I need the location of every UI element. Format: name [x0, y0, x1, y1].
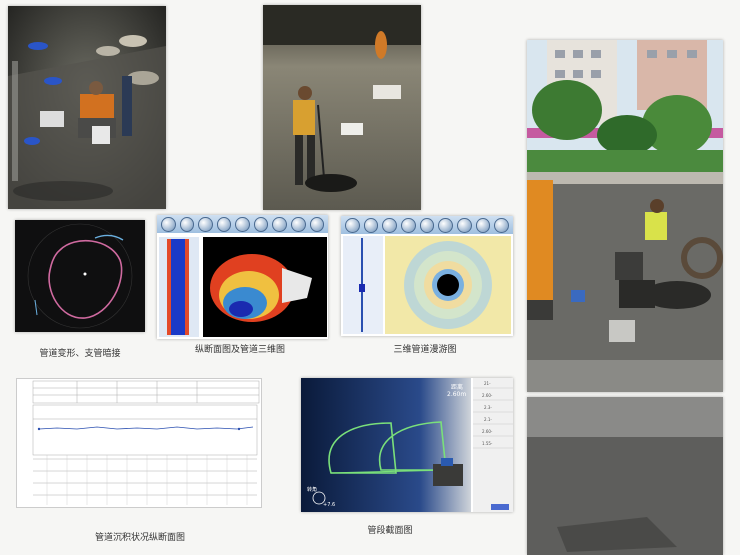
- table-value-4: 2.1-: [484, 417, 492, 422]
- sonar-scan-1: [15, 220, 145, 332]
- profile-and-3d-software-window: [157, 215, 328, 339]
- daytime-street-photo-manhole-inspection: [527, 40, 723, 392]
- toolbar-icon[interactable]: [438, 218, 454, 233]
- night-photo-worker-over-manhole: [263, 5, 421, 210]
- software-toolbar-1: [157, 215, 328, 233]
- software-toolbar-2: [341, 216, 513, 234]
- table-value-5: 2.60-: [482, 429, 493, 434]
- sonar-pipe-deformation-image: [15, 220, 145, 332]
- toolbar-icon[interactable]: [272, 217, 287, 232]
- toolbar-icon[interactable]: [345, 218, 360, 233]
- angle-value: +7.6: [323, 502, 336, 508]
- toolbar-icon[interactable]: [253, 217, 269, 232]
- night-photo-operator-at-manhole: [8, 6, 166, 209]
- night-scene-1: [8, 6, 166, 209]
- toolbar-icon[interactable]: [235, 217, 250, 232]
- table-value-2: 2.60-: [482, 393, 493, 398]
- caption-pipe-deformation: 管道变形、支管暗接: [39, 349, 121, 359]
- toolbar-icon[interactable]: [382, 218, 398, 233]
- toolbar-icon[interactable]: [179, 217, 195, 232]
- caption-roaming-3d: 三维管道漫游图: [393, 345, 457, 355]
- toolbar-icon[interactable]: [419, 218, 435, 233]
- distance-label: 距离: [451, 384, 464, 391]
- pipe-roaming-software-window: [341, 216, 513, 336]
- road-surface-photo: [527, 397, 723, 555]
- caption-profile-3d: 纵断面图及管道三维图: [194, 345, 285, 355]
- pipe-roaming-visual: [343, 236, 511, 334]
- angle-label: 转角: [307, 487, 318, 493]
- sediment-profile-sheet: [16, 378, 262, 508]
- toolbar-icon[interactable]: [401, 218, 416, 233]
- profile-3d-visual: [159, 237, 327, 337]
- toolbar-icon[interactable]: [475, 218, 491, 233]
- distance-value: 2.60m: [447, 391, 467, 398]
- street-scene: [527, 40, 723, 392]
- section-map-image: 距离 2.60m 转角 +7.6 21- 2.60- 2.3- 2.1- 2.6…: [301, 378, 513, 512]
- sediment-profile-drawing: [32, 380, 260, 505]
- road-surface: [527, 397, 723, 555]
- toolbar-icon[interactable]: [198, 217, 213, 232]
- night-scene-2: [263, 5, 421, 210]
- toolbar-icon[interactable]: [309, 217, 325, 232]
- table-value-1: 21-: [484, 381, 491, 386]
- toolbar-icon[interactable]: [363, 218, 379, 233]
- toolbar-icon[interactable]: [290, 217, 306, 232]
- toolbar-icon[interactable]: [216, 217, 232, 232]
- caption-section-map: 管段截面图: [367, 526, 413, 536]
- toolbar-icon[interactable]: [494, 218, 510, 233]
- table-value-3: 2.3-: [484, 405, 492, 410]
- toolbar-icon[interactable]: [161, 217, 176, 232]
- caption-sediment-profile: 管道沉积状况纵断面图: [94, 533, 185, 543]
- toolbar-icon[interactable]: [457, 218, 472, 233]
- table-value-6: 1.55-: [482, 441, 493, 446]
